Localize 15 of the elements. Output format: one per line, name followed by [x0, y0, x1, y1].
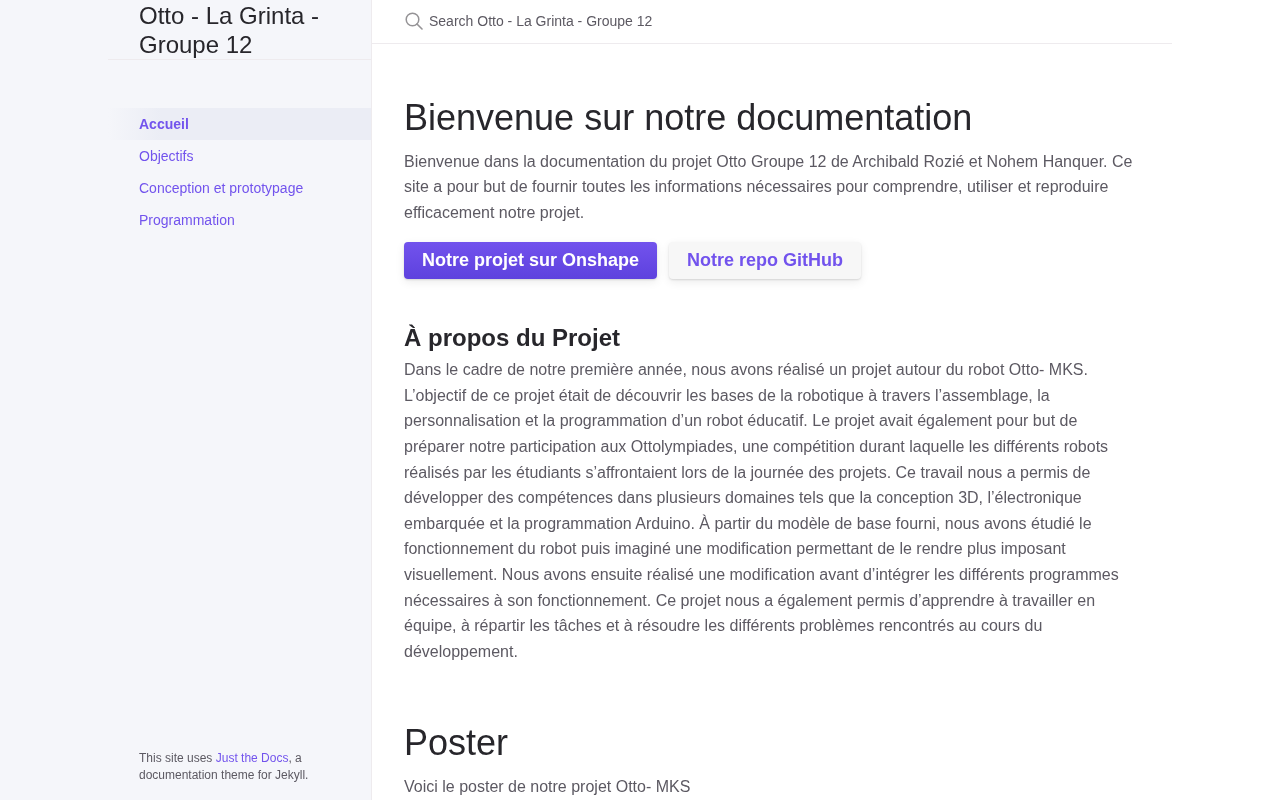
- footer-text: This site uses Just the Docs, a documentation theme for Jekyll.: [139, 750, 310, 784]
- section-heading: À propos du Projet: [404, 323, 621, 354]
- nav-link[interactable]: Programmation: [108, 204, 371, 236]
- body-paragraph: Dans le cadre de notre première année, nous avons réalisé un projet autour du robot Otto- MKS. L’objectif de ce projet était de découvrir les bases de la robotique à travers l’assemblage, la personnalisation et la programmation d’un robot éducatif. Le projet avait également pour but de préparer notre participation aux Ottolympiades, une compétition durant laquelle les différents robots réalisés par les étudiants s’affrontaient lors de la journée des projets. Ce travail nous a permis de développer des compétences dans plusieurs domaines tels que la conception 3D, l’électronique embarquée et la programmation Arduino. À partir du modèle de base fourni, nous avons étudié le fonctionnement du robot puis imaginé une modification permettant de le rendre plus imposant visuellement. Nous avons ensuite réalisé une modification avant d’intégrer les différents programmes nécessaires à son fonctionnement. Ce projet nous a également permis d’apprendre à travailler en équipe, à répartir les tâches et à résoudre les différents problèmes rencontrés au cours du développement.: [404, 360, 1120, 662]
- primary-button[interactable]: Notre projet sur Onshape: [404, 242, 658, 280]
- site-title[interactable]: Otto - La Grinta - Groupe 12: [139, 0, 351, 59]
- page-heading: Poster: [404, 721, 510, 766]
- secondary-button[interactable]: Notre repo GitHub: [669, 242, 862, 280]
- nav-link[interactable]: Objectifs: [108, 140, 371, 172]
- page-heading: Bienvenue sur notre documentation: [404, 95, 974, 140]
- search-field[interactable]: Search Otto - La Grinta - Groupe 12: [429, 9, 829, 34]
- body-paragraph: Bienvenue dans la documentation du projet Otto Groupe 12 de Archibald Rozié et Nohem Hanquer. Ce site a pour but de fournir toutes les informations nécessaires pour comprendre, utiliser et reproduire efficacement notre projet.: [404, 151, 1134, 223]
- nav-link[interactable]: Conception et prototypage: [108, 172, 371, 204]
- body-paragraph: Voici le poster de notre projet Otto- MKS: [404, 777, 692, 798]
- search-icon: [405, 12, 423, 31]
